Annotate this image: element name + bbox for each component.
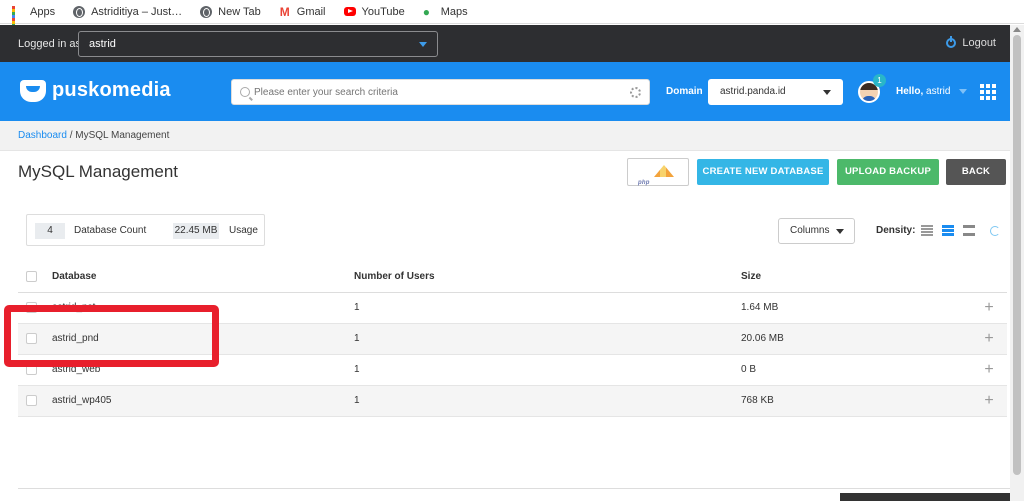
brand-logo[interactable]: puskomedia <box>20 79 171 102</box>
usage-label: Usage <box>229 225 258 236</box>
density-label: Density: <box>876 225 916 236</box>
expand-row-icon[interactable]: + <box>971 385 1007 417</box>
create-database-button[interactable]: CREATE NEW DATABASE <box>697 159 829 185</box>
database-stats: 4 Database Count 22.45 MB Usage <box>26 214 265 246</box>
database-size: 1.64 MB <box>741 292 971 324</box>
upload-backup-button[interactable]: UPLOAD BACKUP <box>837 159 939 185</box>
bookmark-maps[interactable]: ● Maps <box>423 6 468 18</box>
annotation-highlight-box <box>4 305 219 367</box>
page-scrollbar[interactable] <box>1010 25 1024 501</box>
expand-row-icon[interactable]: + <box>971 323 1007 355</box>
bookmarks-bar: Apps Astriditiya – Just… New Tab M Gmail… <box>0 0 1024 33</box>
database-count-label: Database Count <box>74 225 147 236</box>
hello-user: astrid <box>926 86 951 97</box>
user-count: 1 <box>354 323 741 355</box>
domain-select[interactable]: astrid.panda.id <box>708 79 843 105</box>
search-box <box>231 79 650 105</box>
table-header-row: Database Number of Users Size <box>18 261 1007 293</box>
database-count: 4 <box>35 223 65 239</box>
search-input[interactable] <box>254 86 624 98</box>
globe-icon <box>73 5 86 18</box>
user-menu[interactable]: Hello, astrid <box>896 86 968 97</box>
phpmyadmin-logo-icon <box>638 165 680 196</box>
database-size: 768 KB <box>741 385 971 417</box>
select-all-checkbox[interactable] <box>26 270 37 282</box>
bookmark-new-tab[interactable]: New Tab <box>200 5 261 18</box>
column-header-actions <box>971 261 1007 293</box>
table-row[interactable]: astrid_wp405 1 768 KB + <box>18 385 1007 417</box>
phpmyadmin-button[interactable] <box>627 158 689 196</box>
power-icon <box>946 36 957 48</box>
bookmark-label: Astriditiya – Just… <box>91 5 183 18</box>
bookmark-astriditiya[interactable]: Astriditiya – Just… <box>73 5 183 18</box>
bookmark-label: Maps <box>440 5 468 18</box>
bookmark-label: Gmail <box>296 5 326 18</box>
globe-icon <box>200 5 213 18</box>
density-comfortable-icon[interactable] <box>963 225 975 236</box>
app-header: puskomedia Domain astrid.panda.id Hello,… <box>0 62 1010 121</box>
search-icon <box>240 87 250 97</box>
user-select[interactable]: astrid <box>78 31 438 57</box>
brand-name: puskomedia <box>52 79 171 101</box>
columns-button[interactable]: Columns <box>778 218 855 244</box>
bookmark-youtube[interactable]: YouTube <box>343 5 405 18</box>
logged-in-bar: Logged in as astrid Logout <box>0 25 1010 62</box>
caret-down-icon <box>836 229 844 234</box>
caret-down-icon <box>959 88 968 94</box>
bookmark-label: YouTube <box>361 5 405 18</box>
logout-link[interactable]: Logout <box>946 36 996 49</box>
apps-grid-icon <box>12 5 24 33</box>
maps-icon: ● <box>422 4 430 19</box>
scroll-up-icon[interactable] <box>1013 27 1021 32</box>
density-compact-icon[interactable] <box>921 225 933 236</box>
logout-label: Logout <box>962 37 996 49</box>
content-divider <box>18 488 1010 489</box>
usage-value: 22.45 MB <box>173 223 219 239</box>
breadcrumb-current: MySQL Management <box>75 130 170 141</box>
row-checkbox[interactable] <box>26 394 37 406</box>
gmail-icon: M <box>279 4 290 19</box>
notification-badge: 1 <box>873 74 886 87</box>
apps-menu-icon[interactable] <box>980 84 996 100</box>
search-settings-icon[interactable] <box>630 87 641 98</box>
user-count: 1 <box>354 385 741 417</box>
column-header-size[interactable]: Size <box>741 261 971 293</box>
breadcrumb: Dashboard / MySQL Management <box>0 121 1010 151</box>
refresh-icon[interactable] <box>990 226 1000 236</box>
expand-row-icon[interactable]: + <box>971 354 1007 386</box>
logo-icon <box>20 79 46 102</box>
column-header-users[interactable]: Number of Users <box>354 261 741 293</box>
bookmark-gmail[interactable]: M Gmail <box>279 6 326 18</box>
density-standard-icon[interactable] <box>942 225 954 236</box>
scrollbar-thumb[interactable] <box>1013 35 1021 475</box>
caret-down-icon <box>823 90 831 95</box>
database-size: 20.06 MB <box>741 323 971 355</box>
user-count: 1 <box>354 354 741 386</box>
logged-in-label: Logged in as <box>18 37 81 50</box>
user-count: 1 <box>354 292 741 324</box>
row-select-cell <box>18 385 52 417</box>
column-header-database[interactable]: Database <box>52 261 354 293</box>
domain-label: Domain <box>666 86 703 97</box>
domain-select-value: astrid.panda.id <box>720 86 786 97</box>
user-select-value: astrid <box>89 38 116 50</box>
hello-prefix: Hello, <box>896 86 924 97</box>
bookmark-label: Apps <box>30 5 56 18</box>
caret-down-icon <box>419 42 427 47</box>
back-button[interactable]: BACK <box>946 159 1006 185</box>
page-title: MySQL Management <box>18 162 178 181</box>
bookmark-apps[interactable]: Apps <box>12 5 56 33</box>
select-all-cell <box>18 261 52 293</box>
taskbar-strip <box>840 493 1010 501</box>
youtube-icon <box>343 7 356 16</box>
breadcrumb-dashboard-link[interactable]: Dashboard <box>18 130 67 141</box>
database-name: astrid_wp405 <box>52 385 354 417</box>
expand-row-icon[interactable]: + <box>971 292 1007 324</box>
columns-label: Columns <box>790 225 830 236</box>
breadcrumb-separator: / <box>66 130 76 141</box>
bookmark-label: New Tab <box>218 5 261 18</box>
database-size: 0 B <box>741 354 971 386</box>
